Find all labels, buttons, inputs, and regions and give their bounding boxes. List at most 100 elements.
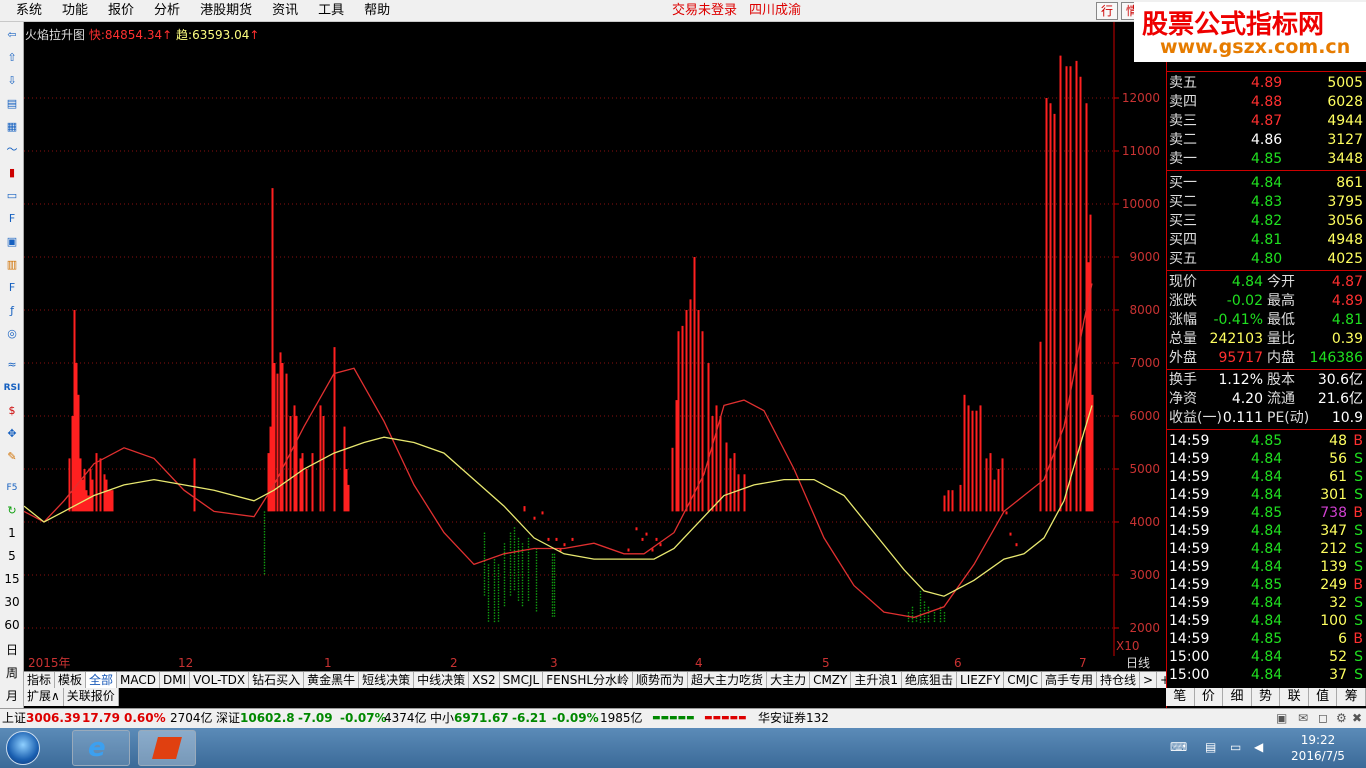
indicator-tab[interactable]: XS2 xyxy=(469,672,500,688)
period-day[interactable]: 日 xyxy=(0,641,24,658)
back-arrow-icon[interactable]: ⇦ xyxy=(3,26,21,44)
period-5min[interactable]: 5 xyxy=(0,549,24,563)
trade-login-status[interactable]: 交易未登录 xyxy=(672,0,737,22)
quote-button[interactable]: 行 xyxy=(1096,2,1119,20)
sell-row[interactable]: 卖五 4.89 5005 xyxy=(1167,74,1366,93)
system-clock[interactable]: 19:22 2016/7/5 xyxy=(1290,732,1346,764)
alert-icon[interactable]: ✖ xyxy=(1352,709,1362,728)
stock-app-taskbar-icon[interactable] xyxy=(138,730,196,766)
sell-row[interactable]: 卖四 4.88 6028 xyxy=(1167,93,1366,112)
menu-item[interactable]: 工具 xyxy=(308,0,354,22)
period-month[interactable]: 月 xyxy=(0,687,24,704)
tick-row[interactable]: 14:59 4.84 301 S xyxy=(1167,486,1366,504)
tick-row[interactable]: 15:00 4.84 37 S xyxy=(1167,666,1366,684)
period-60min[interactable]: 60 xyxy=(0,618,24,632)
indicator-tab[interactable]: 高手专用 xyxy=(1042,672,1097,688)
indicator-tab[interactable]: 绝底狙击 xyxy=(902,672,958,688)
buy-row[interactable]: 买一 4.84 861 xyxy=(1167,174,1366,193)
sell-row[interactable]: 卖一 4.85 3448 xyxy=(1167,150,1366,169)
menu-item[interactable]: 资讯 xyxy=(262,0,308,22)
indicator-tab[interactable]: 指标 xyxy=(24,672,56,688)
indicator-chart[interactable]: 12000 11000 10000 9000 8000 7000 6000 5000 4000 3… xyxy=(24,22,1166,656)
tick-row[interactable]: 14:59 4.84 32 S xyxy=(1167,594,1366,612)
indicator-tab[interactable]: 全部 xyxy=(86,672,118,688)
indicator-tab[interactable]: CMZY xyxy=(810,672,852,688)
indicator-tab[interactable]: 模板 xyxy=(55,672,87,688)
right-tab[interactable]: 细 xyxy=(1223,688,1252,706)
period-1min[interactable]: 1 xyxy=(0,526,24,540)
right-tab[interactable]: 价 xyxy=(1195,688,1224,706)
multi-window-icon[interactable]: ▭ xyxy=(3,187,21,205)
down-arrow-icon[interactable]: ⇩ xyxy=(3,72,21,90)
quote-list-icon[interactable]: ▤ xyxy=(3,95,21,113)
period-15min[interactable]: 15 xyxy=(0,572,24,586)
indicator-tab[interactable]: 顺势而为 xyxy=(633,672,689,688)
indicator-tab[interactable]: 短线决策 xyxy=(359,672,415,688)
buy-row[interactable]: 买二 4.83 3795 xyxy=(1167,193,1366,212)
network-icon[interactable]: ▤ xyxy=(1205,740,1216,754)
indicator-tab[interactable]: DMI xyxy=(160,672,191,688)
right-tab[interactable]: 联 xyxy=(1280,688,1309,706)
indicator-tab[interactable]: 黄金黑牛 xyxy=(304,672,360,688)
right-tab[interactable]: 值 xyxy=(1309,688,1338,706)
tick-row[interactable]: 14:59 4.84 139 S xyxy=(1167,558,1366,576)
lock-icon[interactable]: ▣ xyxy=(1276,709,1287,728)
indicator-tab[interactable]: CMJC xyxy=(1004,672,1042,688)
indicator-tab[interactable]: 中线决策 xyxy=(414,672,470,688)
right-tab[interactable]: 势 xyxy=(1252,688,1281,706)
tick-row[interactable]: 14:59 4.85 6 B xyxy=(1167,630,1366,648)
period-week[interactable]: 周 xyxy=(0,664,24,681)
indicator-tab[interactable]: > xyxy=(1140,672,1158,688)
indicator-tab[interactable]: 主升浪1 xyxy=(851,672,903,688)
start-button[interactable] xyxy=(6,731,40,765)
dollar-icon[interactable]: $ xyxy=(3,402,21,420)
f5-icon[interactable]: F5 xyxy=(3,479,21,497)
tick-row[interactable]: 14:59 4.85 738 B xyxy=(1167,504,1366,522)
indicator-tab[interactable]: FENSHL分水岭 xyxy=(543,672,634,688)
indicator-tab[interactable]: VOL-TDX xyxy=(190,672,250,688)
wave-icon[interactable]: ≈ xyxy=(3,356,21,374)
period-30min[interactable]: 30 xyxy=(0,595,24,609)
volume-icon[interactable]: ◀ xyxy=(1254,740,1263,754)
indicator-tab[interactable]: 持仓线 xyxy=(1097,672,1140,688)
menu-item[interactable]: 报价 xyxy=(98,0,144,22)
line-chart-icon[interactable]: 〜 xyxy=(3,141,21,159)
f10-icon[interactable]: F xyxy=(3,210,21,228)
right-tab[interactable]: 笔 xyxy=(1166,688,1195,706)
tab-expand[interactable]: 扩展∧ xyxy=(24,688,64,706)
monitor-icon[interactable]: ▭ xyxy=(1230,740,1241,754)
menu-item[interactable]: 帮助 xyxy=(354,0,400,22)
menu-item[interactable]: 系统 xyxy=(6,0,52,22)
indicator-tab[interactable]: 钻石买入 xyxy=(249,672,305,688)
indicator-tab[interactable]: 大主力 xyxy=(767,672,811,688)
table-icon[interactable]: ▦ xyxy=(3,118,21,136)
tick-row[interactable]: 14:59 4.84 100 S xyxy=(1167,612,1366,630)
menu-item[interactable]: 港股期货 xyxy=(190,0,262,22)
kline-icon[interactable]: ▮ xyxy=(3,164,21,182)
tick-row[interactable]: 14:59 4.84 61 S xyxy=(1167,468,1366,486)
circle-icon[interactable]: ◎ xyxy=(3,325,21,343)
tick-row[interactable]: 14:59 4.84 212 S xyxy=(1167,540,1366,558)
pencil-icon[interactable]: ✎ xyxy=(3,448,21,466)
tick-row[interactable]: 14:59 4.84 56 S xyxy=(1167,450,1366,468)
buy-row[interactable]: 买五 4.80 4025 xyxy=(1167,250,1366,269)
message-icon[interactable]: ◻ xyxy=(1318,709,1328,728)
settings-icon[interactable]: ⚙ xyxy=(1336,709,1347,728)
menu-item[interactable]: 功能 xyxy=(52,0,98,22)
refresh-icon[interactable]: ↻ xyxy=(3,502,21,520)
buy-row[interactable]: 买四 4.81 4948 xyxy=(1167,231,1366,250)
mail-icon[interactable]: ✉ xyxy=(1298,709,1308,728)
buy-row[interactable]: 买三 4.82 3056 xyxy=(1167,212,1366,231)
formula-icon[interactable]: ƒ xyxy=(3,302,21,320)
move-icon[interactable]: ✥ xyxy=(3,425,21,443)
sell-row[interactable]: 卖二 4.86 3127 xyxy=(1167,131,1366,150)
up-arrow-icon[interactable]: ⇧ xyxy=(3,49,21,67)
report-icon[interactable]: ▥ xyxy=(3,256,21,274)
keyboard-icon[interactable]: ⌨ xyxy=(1170,740,1187,754)
indicator-tab[interactable]: LIEZFY xyxy=(957,672,1005,688)
tick-row[interactable]: 15:00 4.84 52 S xyxy=(1167,648,1366,666)
tab-related-quotes[interactable]: 关联报价 xyxy=(64,688,119,706)
indicator-tab[interactable]: 超大主力吃货 xyxy=(688,672,768,688)
menu-item[interactable]: 分析 xyxy=(144,0,190,22)
right-tab[interactable]: 筹 xyxy=(1337,688,1366,706)
